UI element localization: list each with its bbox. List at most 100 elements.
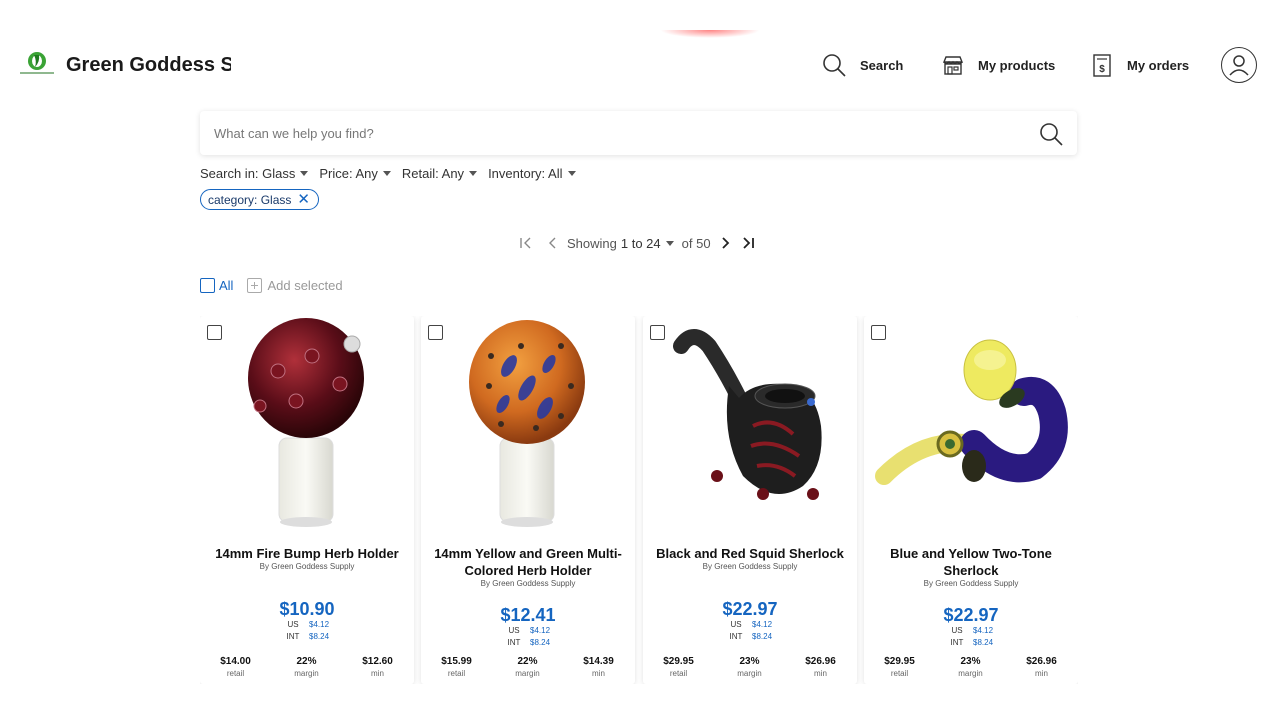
chip-label: category: Glass [208,192,292,207]
min-label: min [371,669,384,678]
retail-value: $29.95 [663,656,694,667]
margin-label: margin [958,669,983,678]
next-page-button[interactable] [719,236,731,250]
caret-down-icon [382,170,391,176]
shipping-costs: US $4.12 INT $8.24 [421,625,635,649]
shipping-costs: US $4.12 INT $8.24 [200,619,414,643]
retail-value: $15.99 [441,656,472,667]
nav-my-products-label: My products [978,57,1056,73]
int-shipping: $8.24 [752,632,773,641]
add-selected-label: Add selected [267,278,343,293]
product-stats: $14.00 retail 22% margin $12.60 min [200,656,414,678]
shipping-costs: US $4.12 INT $8.24 [864,625,1078,649]
pagination: Showing 1 to 24 of 50 [519,233,755,253]
filter-price-label: Price: Any [319,165,378,181]
margin-label: margin [515,669,540,678]
first-page-button[interactable] [519,236,533,250]
first-page-icon [520,237,531,249]
nav-my-orders[interactable]: $ My orders [1091,52,1189,78]
product-title-text: 14mm Yellow and Green Multi-Colored Herb… [434,546,622,578]
product-image[interactable] [864,316,1078,531]
margin-label: margin [294,669,319,678]
filter-inventory[interactable]: Inventory: All [488,165,576,181]
min-label: min [592,669,605,678]
product-checkbox[interactable] [650,325,665,340]
chevron-right-icon [721,237,729,249]
caret-down-icon [469,170,478,176]
prev-page-button[interactable] [547,236,559,250]
retail-label: retail [447,669,466,678]
filter-inventory-label: Inventory: All [488,165,563,181]
product-card[interactable]: 14mm Fire Bump Herb Holder By Green Godd… [200,316,414,684]
page-range-select[interactable]: 1 to 24 [621,236,674,251]
product-title[interactable]: Blue and Yellow Two-Tone Sherlock By Gre… [876,545,1066,589]
min-value: $14.39 [583,656,614,667]
showing-label: Showing [567,235,617,251]
filter-retail[interactable]: Retail: Any [401,165,478,181]
page-range-value: 1 to 24 [620,235,661,251]
product-title-text: Blue and Yellow Two-Tone Sherlock [890,546,1052,578]
filter-retail-label: Retail: Any [401,165,465,181]
product-title-text: Black and Red Squid Sherlock [656,546,844,561]
add-selected-button[interactable]: Add selected [247,278,343,293]
product-vendor: By Green Goddess Supply [702,562,798,571]
caret-down-icon [665,240,674,246]
retail-value: $14.00 [220,656,251,667]
remove-chip-icon[interactable]: ✕ [297,192,310,207]
product-title[interactable]: 14mm Fire Bump Herb Holder By Green Godd… [212,545,402,572]
nav-search-label: Search [860,57,904,73]
filter-price[interactable]: Price: Any [319,166,391,181]
last-page-button[interactable] [741,236,755,250]
shipping-costs: US $4.12 INT $8.24 [643,619,857,643]
min-label: min [1035,669,1048,678]
product-title[interactable]: Black and Red Squid Sherlock By Green Go… [655,545,845,572]
retail-label: retail [890,669,909,678]
product-image[interactable] [643,316,857,531]
margin-value: 23% [960,656,981,667]
min-label: min [814,669,827,678]
search-submit-icon[interactable] [1039,122,1063,146]
product-stats: $29.95 retail 23% margin $26.96 min [864,656,1078,678]
product-title[interactable]: 14mm Yellow and Green Multi-Colored Herb… [433,545,623,589]
product-card[interactable]: 14mm Yellow and Green Multi-Colored Herb… [421,316,635,684]
svg-text:$: $ [1099,64,1105,75]
select-all-label[interactable]: All [219,278,233,293]
account-avatar[interactable] [1221,47,1257,83]
product-vendor: By Green Goddess Supply [923,579,1019,588]
product-checkbox[interactable] [428,325,443,340]
nav-my-products[interactable]: My products [942,52,1055,78]
filter-search-in[interactable]: Search in: Glass [200,166,309,181]
top-accent-glow [660,30,760,38]
int-shipping: $8.24 [530,638,551,647]
product-checkbox[interactable] [207,325,222,340]
us-label: US [951,626,963,635]
min-value: $26.96 [1026,656,1057,667]
product-image[interactable] [200,316,414,531]
min-value: $26.96 [805,656,836,667]
margin-value: 22% [296,656,317,667]
us-shipping: $4.12 [309,620,330,629]
us-label: US [730,620,742,629]
store-icon [942,56,964,75]
product-card[interactable]: Black and Red Squid Sherlock By Green Go… [643,316,857,684]
user-icon [1229,55,1249,76]
select-all-checkbox[interactable] [200,278,215,293]
product-checkbox[interactable] [871,325,886,340]
product-stats: $15.99 retail 22% margin $14.39 min [421,656,635,678]
us-shipping: $4.12 [973,626,994,635]
int-label: INT [507,638,521,647]
product-search-input[interactable] [200,125,1020,141]
margin-value: 23% [739,656,760,667]
store-name[interactable]: Green Goddess Su... [66,54,231,77]
product-price: $12.41 [500,605,556,625]
nav-search[interactable]: Search [822,52,903,78]
brand-logo[interactable] [18,50,56,78]
product-card[interactable]: Blue and Yellow Two-Tone Sherlock By Gre… [864,316,1078,684]
product-image[interactable] [421,316,635,531]
us-shipping: $4.12 [530,626,551,635]
retail-label: retail [669,669,688,678]
us-shipping: $4.12 [752,620,773,629]
int-shipping: $8.24 [309,632,330,641]
product-title-text: 14mm Fire Bump Herb Holder [215,546,399,561]
int-label: INT [729,632,743,641]
